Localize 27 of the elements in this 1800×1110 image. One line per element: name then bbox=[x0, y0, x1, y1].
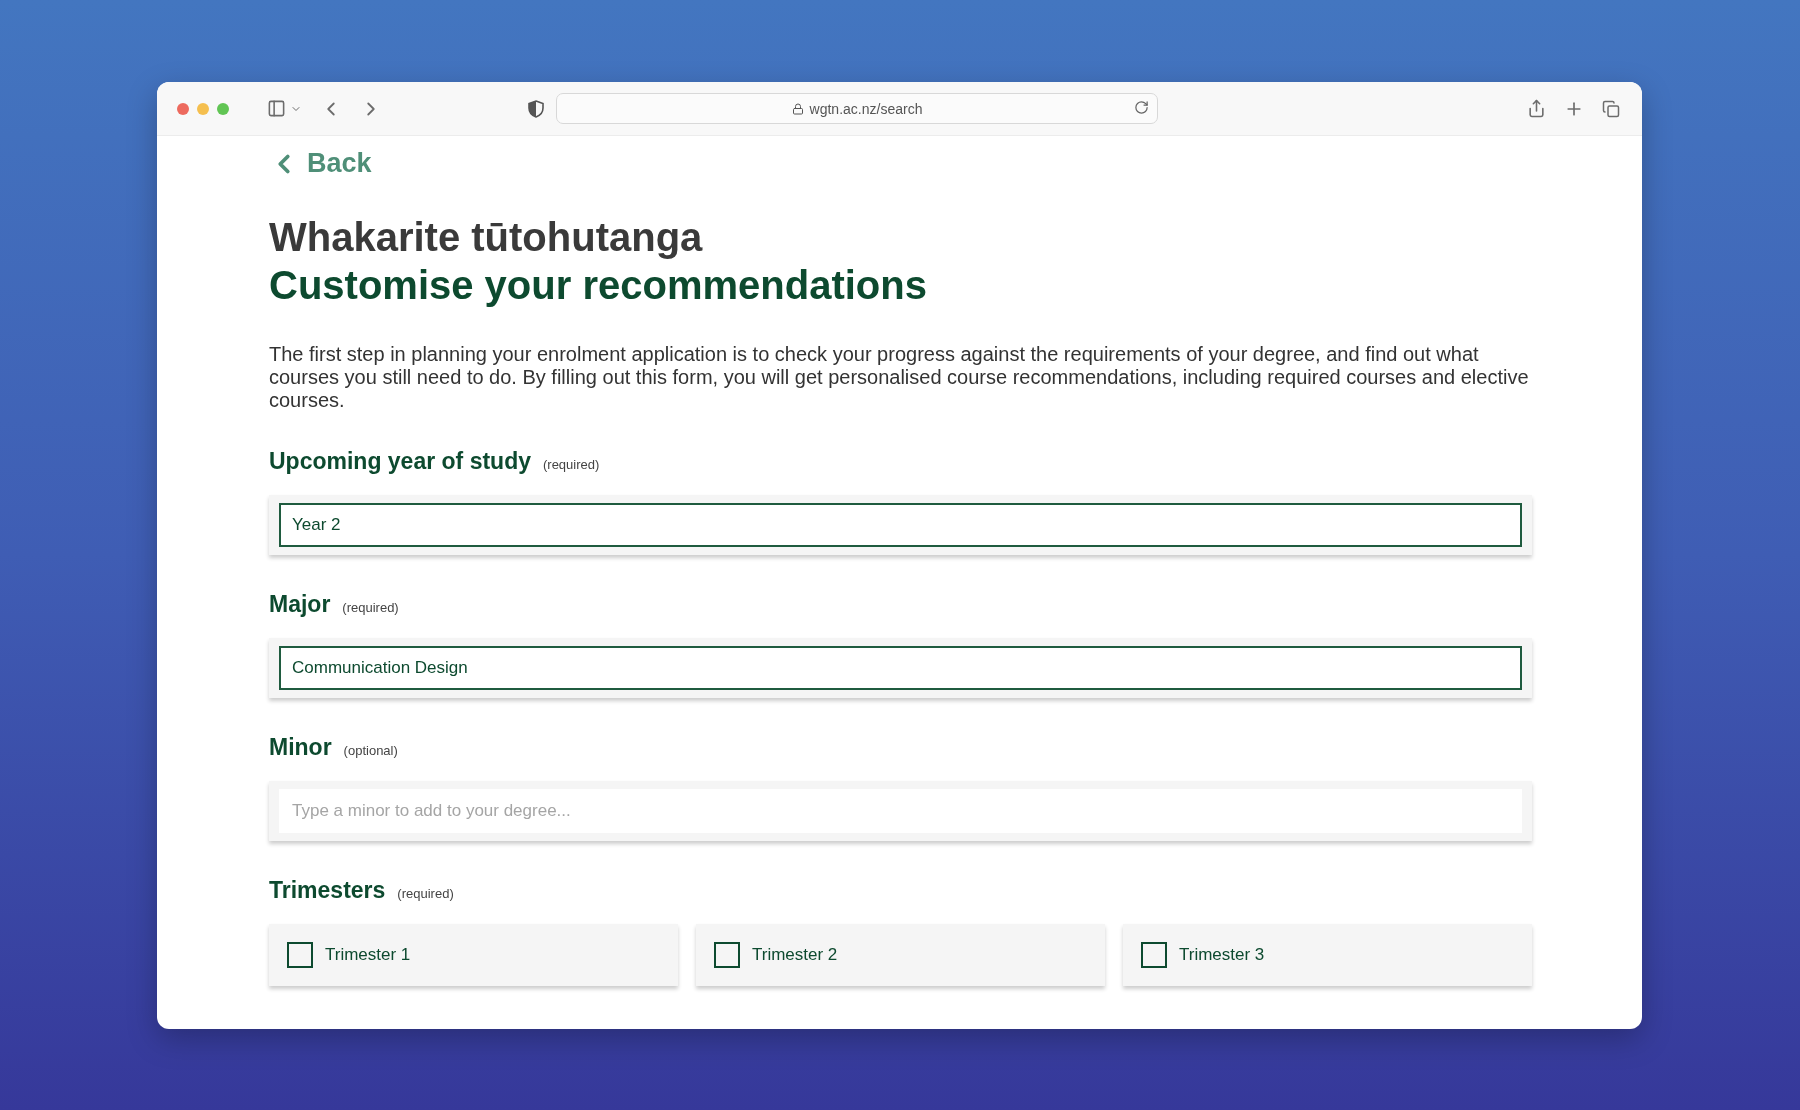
field-label: Major bbox=[269, 591, 331, 618]
field-note: (optional) bbox=[343, 743, 398, 758]
page-title: Whakarite tūtohutanga bbox=[269, 214, 704, 261]
checkbox[interactable] bbox=[287, 942, 313, 968]
input-field[interactable]: Type a minor to add to your degree... bbox=[279, 789, 1522, 833]
reload-icon[interactable] bbox=[1134, 100, 1149, 115]
input-field[interactable]: Year 2 bbox=[279, 503, 1522, 547]
trimester-option[interactable]: Trimester 1 bbox=[269, 924, 678, 986]
field-note: (required) bbox=[397, 886, 454, 901]
field-label: Upcoming year of study bbox=[269, 448, 531, 475]
shield-icon[interactable] bbox=[528, 99, 544, 118]
trimester-option[interactable]: Trimester 2 bbox=[696, 924, 1105, 986]
checkbox[interactable] bbox=[714, 942, 740, 968]
page-subtitle: Customise your recommendations bbox=[269, 262, 928, 309]
field-label: Minor bbox=[269, 734, 332, 761]
field-note: (required) bbox=[342, 600, 399, 615]
lock-icon bbox=[791, 102, 804, 115]
back-link[interactable]: Back bbox=[269, 148, 372, 179]
close-icon[interactable] bbox=[177, 102, 189, 115]
field-note: (required) bbox=[543, 457, 600, 472]
checkbox[interactable] bbox=[1141, 942, 1167, 968]
sidebar-icon bbox=[267, 99, 286, 118]
address-bar[interactable]: wgtn.ac.nz/search bbox=[556, 93, 1158, 124]
input-field[interactable]: Communication Design bbox=[279, 646, 1522, 690]
field-label: Trimesters bbox=[269, 877, 386, 904]
intro-text: The first step in planning your enrolment application is to check your progress against the requirements of your degree, and find out what courses you still need to do. By filling out this form, you will get personalised course recommendations, including required courses and elective courses. bbox=[269, 343, 1530, 412]
trimester-option[interactable]: Trimester 3 bbox=[1123, 924, 1532, 986]
